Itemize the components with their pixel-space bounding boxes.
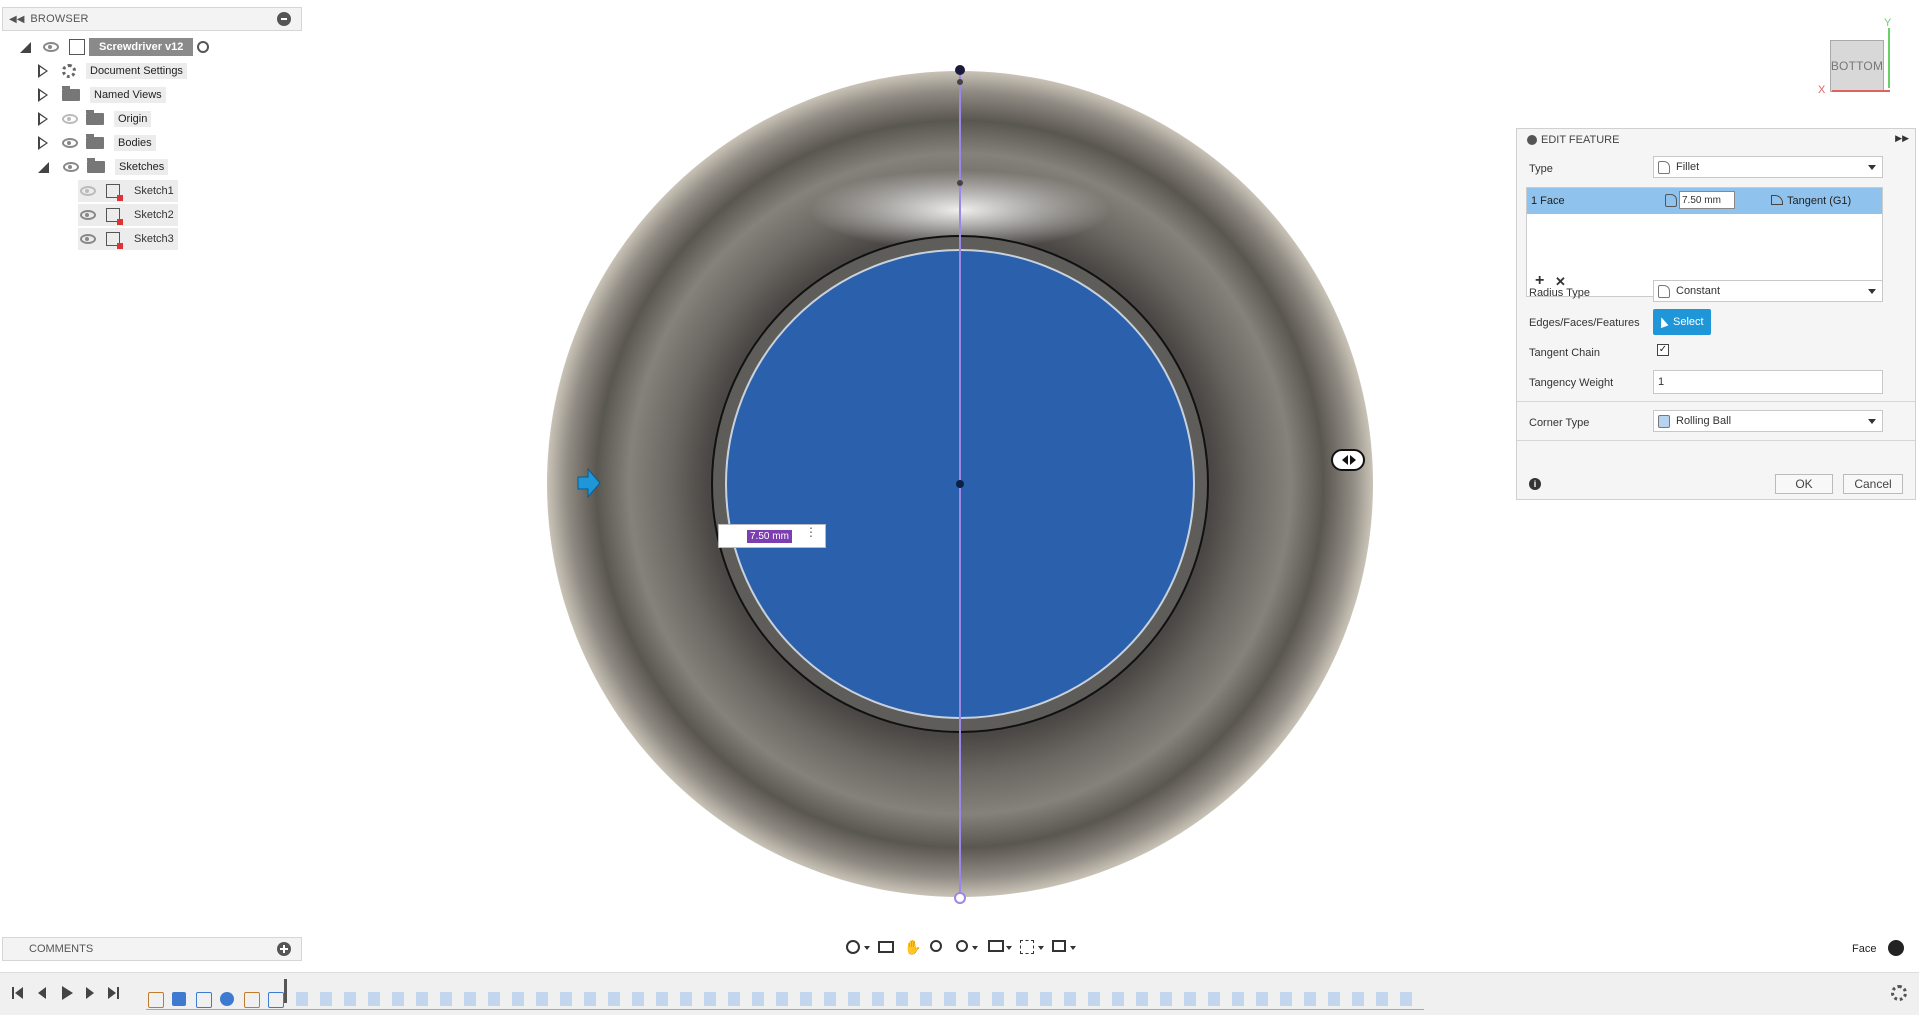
- info-icon[interactable]: i: [1529, 478, 1541, 490]
- chevron-down-icon[interactable]: [1070, 946, 1076, 950]
- chevron-down-icon: [1868, 419, 1876, 424]
- selection-count: 1 Face: [1531, 195, 1565, 207]
- sketch-point: [957, 180, 963, 186]
- sketch-point: [957, 79, 963, 85]
- grid-icon[interactable]: [1020, 940, 1034, 954]
- chevron-down-icon[interactable]: [972, 946, 978, 950]
- radius-icon: [1665, 194, 1677, 207]
- radius-type-value: Constant: [1676, 285, 1721, 297]
- timeline-track[interactable]: [146, 979, 1426, 1010]
- timeline-feature[interactable]: [268, 992, 284, 1008]
- radius-type-icon: [1658, 284, 1670, 298]
- timeline-settings-icon[interactable]: [1891, 985, 1907, 1001]
- viewports-icon[interactable]: [1052, 940, 1066, 952]
- tangency-weight-label: Tangency Weight: [1529, 377, 1614, 389]
- radius-type-dropdown[interactable]: Constant: [1653, 280, 1883, 302]
- display-settings-icon[interactable]: [988, 940, 1004, 952]
- tangency-weight-input[interactable]: 1: [1653, 370, 1883, 394]
- go-to-start-icon[interactable]: [12, 986, 26, 1000]
- timeline-feature[interactable]: [148, 992, 164, 1008]
- fit-icon[interactable]: [956, 940, 968, 952]
- step-forward-icon[interactable]: [84, 986, 98, 1000]
- type-value: Fillet: [1676, 161, 1700, 173]
- axis-y-line: [1888, 28, 1890, 88]
- edit-feature-panel: EDIT FEATURE ▶▶ Type Fillet 1 Face 7.50 …: [1516, 128, 1916, 500]
- timeline-feature[interactable]: [196, 992, 212, 1008]
- chevron-down-icon[interactable]: [1006, 946, 1012, 950]
- chevron-down-icon: [1868, 165, 1876, 170]
- sketch-point-bottom[interactable]: [954, 892, 966, 904]
- timeline-feature[interactable]: [244, 992, 260, 1008]
- cursor-arrow-icon: [1657, 315, 1669, 329]
- tangent-chain-label: Tangent Chain: [1529, 347, 1600, 359]
- select-button[interactable]: Select: [1653, 309, 1711, 335]
- view-cube-face[interactable]: BOTTOM: [1830, 40, 1884, 92]
- play-icon[interactable]: [60, 986, 74, 1000]
- corner-type-dropdown[interactable]: Rolling Ball: [1653, 410, 1883, 432]
- select-button-label: Select: [1673, 316, 1704, 328]
- continuity-dropdown[interactable]: Tangent (G1): [1787, 195, 1851, 207]
- corner-type-label: Corner Type: [1529, 417, 1590, 429]
- rolling-ball-icon: [1658, 414, 1670, 428]
- browser-title: BROWSER: [30, 13, 89, 25]
- go-to-end-icon[interactable]: [108, 986, 122, 1000]
- browser-panel-header[interactable]: ◀◀ BROWSER: [2, 7, 302, 31]
- chevron-down-icon[interactable]: [1038, 946, 1044, 950]
- zoom-icon[interactable]: [930, 940, 942, 952]
- timeline-feature[interactable]: [220, 992, 234, 1006]
- look-at-icon[interactable]: [878, 941, 894, 953]
- selection-row[interactable]: 1 Face 7.50 mm Tangent (G1): [1527, 188, 1882, 214]
- timeline-feature[interactable]: [172, 992, 186, 1006]
- chevron-down-icon: [1868, 289, 1876, 294]
- radius-input[interactable]: 7.50 mm: [1679, 191, 1735, 209]
- add-comment-icon[interactable]: [277, 942, 291, 956]
- type-label: Type: [1529, 163, 1553, 175]
- comments-title: COMMENTS: [29, 943, 94, 955]
- timeline-suppressed-features: [296, 992, 1416, 1006]
- view-cube[interactable]: BOTTOM Y X: [1812, 17, 1896, 100]
- tangent-chain-checkbox[interactable]: ✓: [1657, 344, 1669, 356]
- comments-panel-header[interactable]: COMMENTS: [2, 937, 302, 961]
- orbit-icon[interactable]: [846, 940, 860, 954]
- step-back-icon[interactable]: [36, 986, 50, 1000]
- continuity-icon: [1771, 195, 1783, 205]
- pan-icon[interactable]: ✋: [904, 939, 921, 956]
- fillet-icon: [1658, 160, 1670, 174]
- panel-header[interactable]: EDIT FEATURE ▶▶: [1517, 129, 1915, 151]
- type-dropdown[interactable]: Fillet: [1653, 156, 1883, 178]
- rotate-handle-icon[interactable]: [1331, 449, 1365, 471]
- selection-filter-icon[interactable]: [1888, 940, 1904, 956]
- divider: [1517, 401, 1915, 402]
- dimension-input[interactable]: 7.50 mm: [747, 529, 792, 543]
- divider: [1517, 440, 1915, 441]
- view-cube-face-label: BOTTOM: [1830, 59, 1884, 73]
- axis-y-label: Y: [1884, 17, 1892, 29]
- minimize-icon[interactable]: [1527, 135, 1537, 145]
- browser-minimize-icon[interactable]: [277, 12, 291, 26]
- dimension-input-box[interactable]: 7.50 mm ⋮: [718, 524, 826, 548]
- timeline-marker[interactable]: [284, 979, 287, 1003]
- collapse-left-icon[interactable]: ◀◀: [9, 14, 24, 25]
- timeline-rail: [146, 1009, 1424, 1010]
- selection-filter-label[interactable]: Face: [1852, 943, 1876, 955]
- timeline-bar: [0, 972, 1919, 1015]
- axis-x-label: X: [1818, 84, 1826, 96]
- chevron-down-icon[interactable]: [864, 946, 870, 950]
- navigation-toolbar: ✋: [844, 938, 1078, 958]
- expand-panel-icon[interactable]: ▶▶: [1895, 133, 1909, 144]
- axis-x-line: [1832, 90, 1890, 92]
- panel-title: EDIT FEATURE: [1541, 134, 1620, 146]
- cancel-button[interactable]: Cancel: [1843, 474, 1903, 494]
- edges-label: Edges/Faces/Features: [1529, 317, 1640, 329]
- radius-type-label: Radius Type: [1529, 287, 1590, 299]
- more-options-icon[interactable]: ⋮: [805, 526, 817, 538]
- corner-type-value: Rolling Ball: [1676, 415, 1732, 427]
- sketch-point-top[interactable]: [955, 65, 965, 75]
- ok-button[interactable]: OK: [1775, 474, 1833, 494]
- center-point[interactable]: [956, 480, 964, 488]
